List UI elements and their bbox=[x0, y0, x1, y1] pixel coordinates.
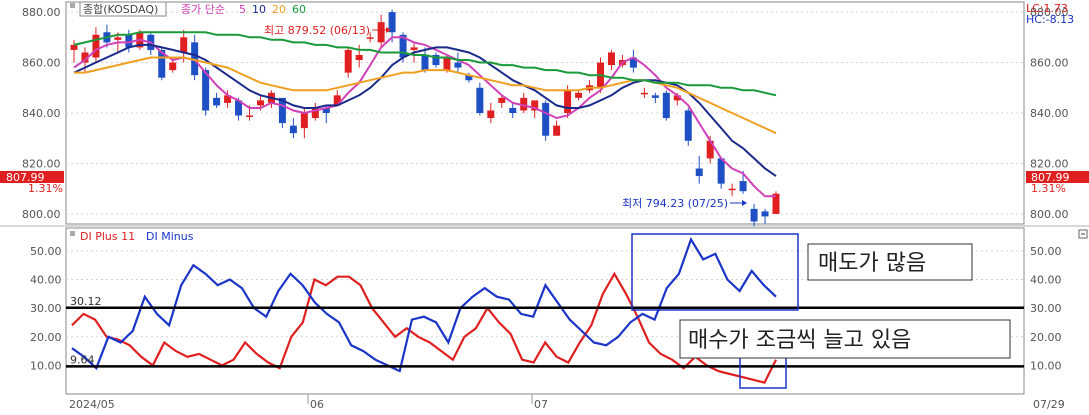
low-marker-label: 최저 794.23 (07/25) bbox=[622, 197, 728, 210]
candle-body bbox=[728, 188, 736, 191]
indicator-tick-left: 10.00 bbox=[30, 359, 62, 372]
candle bbox=[542, 100, 550, 141]
x-axis-label: 06 bbox=[310, 398, 324, 411]
price-tick-left: 860.00 bbox=[22, 57, 61, 70]
x-axis-label: 07 bbox=[534, 398, 548, 411]
candle-body bbox=[487, 110, 495, 119]
price-tick-right: 840.00 bbox=[1030, 107, 1069, 120]
candle-body bbox=[70, 44, 78, 50]
candle-body bbox=[169, 62, 177, 71]
candle-body bbox=[640, 92, 648, 95]
candle-body bbox=[695, 168, 703, 177]
candle-body bbox=[289, 125, 297, 134]
candle-body bbox=[662, 92, 670, 119]
candle-body bbox=[213, 97, 221, 106]
candle-body bbox=[246, 115, 253, 118]
current-price-tag-right: 807.99 1.31% bbox=[1026, 171, 1089, 195]
candle-body bbox=[498, 97, 506, 103]
high-marker-label: 최고 879.52 (06/13) bbox=[264, 24, 370, 37]
candle-body bbox=[575, 92, 583, 98]
candle bbox=[662, 90, 670, 121]
candle-body bbox=[607, 52, 615, 66]
symbol-label[interactable]: 종합(KOSDAQ) bbox=[83, 3, 158, 16]
candle-body bbox=[180, 37, 188, 53]
current-change-right: 1.31% bbox=[1031, 182, 1066, 195]
selling-note: 매도가 많음 bbox=[818, 251, 926, 276]
candle-body bbox=[761, 211, 769, 217]
level-low-label: 9.64 bbox=[70, 353, 95, 366]
indicator-tick-right: 50.00 bbox=[1030, 245, 1062, 258]
ma60-legend: 60 bbox=[292, 3, 306, 16]
candle-body bbox=[355, 54, 363, 61]
chart-canvas: 880.00 880.00860.00 860.00840.00 840.00820.… bbox=[0, 1, 1089, 411]
candle-body bbox=[564, 90, 572, 113]
x-axis-label: 2024/05 bbox=[69, 398, 115, 411]
current-change-left: 1.31% bbox=[28, 182, 63, 195]
price-tick-right: 860.00 bbox=[1030, 57, 1069, 70]
indicator-tick-right: 40.00 bbox=[1030, 274, 1062, 287]
candle-body bbox=[553, 125, 561, 136]
indicator-tick-right: 20.00 bbox=[1030, 331, 1062, 344]
candle-body bbox=[92, 34, 100, 58]
candle-body bbox=[750, 208, 758, 222]
price-tick-left: 820.00 bbox=[22, 157, 61, 170]
ma10-legend: 10 bbox=[252, 3, 266, 16]
x-axis-label: 07/29 bbox=[1033, 398, 1065, 411]
candle-body bbox=[421, 54, 429, 71]
ma-label: 종가 단순 bbox=[181, 3, 225, 16]
candle-body bbox=[509, 107, 517, 113]
chart-window: 880.00 880.00 860.00 860.00 840.00 840.00 820.… bbox=[0, 0, 1089, 415]
indicator-tick-left: 20.00 bbox=[30, 331, 62, 344]
indicator-tick-right: 30.00 bbox=[1030, 302, 1062, 315]
level-high-label: 30.12 bbox=[70, 295, 102, 308]
candle-body bbox=[300, 113, 308, 129]
candle-body bbox=[443, 57, 451, 71]
candle bbox=[772, 191, 780, 214]
candle-body bbox=[256, 100, 264, 106]
candle-body bbox=[717, 158, 725, 184]
candle-body bbox=[377, 22, 385, 43]
candle-body bbox=[344, 49, 352, 73]
di-plus-legend: DI Plus 11 bbox=[80, 230, 135, 243]
di-minus-legend: DI Minus bbox=[146, 230, 194, 243]
candle-body bbox=[454, 62, 462, 68]
x-axis: 2024/05 06 07 07/29 bbox=[69, 394, 1065, 411]
candle-body bbox=[114, 37, 122, 40]
price-tick-left: 880.00 bbox=[22, 6, 61, 19]
price-tick-right: 800.00 bbox=[1030, 208, 1069, 221]
candle-body bbox=[651, 95, 659, 98]
price-tick-right: 820.00 bbox=[1030, 157, 1069, 170]
ma5-legend: 5 bbox=[239, 3, 246, 16]
legend-toggle-icon[interactable] bbox=[70, 231, 75, 236]
current-price-tag-left: 807.99 1.31% bbox=[0, 171, 64, 195]
indicator-tick-right: 10.00 bbox=[1030, 359, 1062, 372]
candle-body bbox=[410, 47, 418, 50]
legend-toggle-icon[interactable] bbox=[70, 3, 75, 8]
price-tick-left: 840.00 bbox=[22, 107, 61, 120]
candle-body bbox=[366, 37, 374, 39]
indicator-tick-left: 50.00 bbox=[30, 245, 62, 258]
price-tick-left: 800.00 bbox=[22, 208, 61, 221]
ma20-legend: 20 bbox=[272, 3, 286, 16]
candle-body bbox=[542, 102, 550, 136]
buying-note: 매수가 조금씩 늘고 있음 bbox=[688, 328, 911, 353]
candle-body bbox=[476, 87, 484, 113]
candle-body bbox=[684, 110, 692, 141]
candle-body bbox=[739, 181, 747, 192]
indicator-tick-left: 30.00 bbox=[30, 302, 62, 315]
indicator-tick-left: 40.00 bbox=[30, 274, 62, 287]
candle bbox=[684, 107, 692, 146]
hc-value: HC:-8.13 bbox=[1026, 13, 1074, 26]
